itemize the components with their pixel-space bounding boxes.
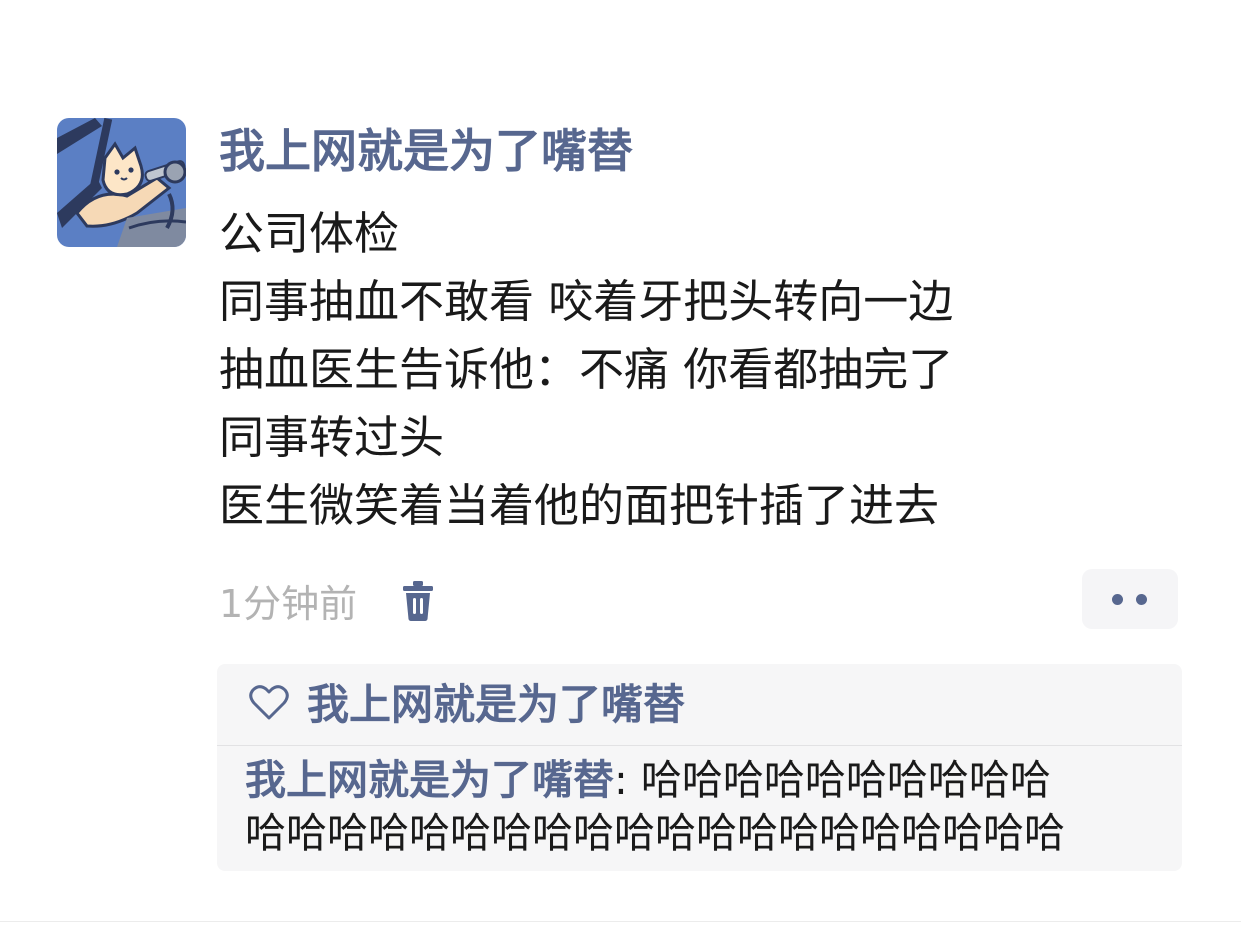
comment-line: 哈哈哈哈哈哈哈哈哈哈哈哈哈哈哈哈哈哈哈哈 xyxy=(245,807,1170,860)
more-options-button[interactable] xyxy=(1082,569,1178,629)
heart-icon xyxy=(248,684,290,722)
post-content-line: 公司体检 xyxy=(219,207,400,260)
liked-by-name[interactable]: 我上网就是为了嘴替 xyxy=(307,678,685,732)
post-content-line: 医生微笑着当着他的面把针插了进去 xyxy=(219,479,940,532)
moments-post: 我上网就是为了嘴替 公司体检 同事抽血不敢看 咬着牙把头转向一边 抽血医生告诉他… xyxy=(0,0,1241,928)
comment-line: 我上网就是为了嘴替: 哈哈哈哈哈哈哈哈哈哈 xyxy=(245,754,1170,807)
dot xyxy=(1112,594,1123,605)
post-author-name[interactable]: 我上网就是为了嘴替 xyxy=(219,122,633,180)
avatar[interactable] xyxy=(57,118,186,247)
comment-separator: : xyxy=(614,756,641,804)
divider xyxy=(0,921,1241,922)
likes-row: 我上网就是为了嘴替 xyxy=(217,664,1182,746)
trash-icon xyxy=(403,581,433,621)
dot xyxy=(1136,594,1147,605)
post-content-line: 抽血医生告诉他：不痛 你看都抽完了 xyxy=(219,343,954,396)
interaction-panel: 我上网就是为了嘴替 我上网就是为了嘴替: 哈哈哈哈哈哈哈哈哈哈 哈哈哈哈哈哈哈哈… xyxy=(217,664,1182,871)
post-timestamp: 1分钟前 xyxy=(219,581,358,626)
comment-text: 哈哈哈哈哈哈哈哈哈哈 xyxy=(640,756,1051,804)
post-content: 公司体检 同事抽血不敢看 咬着牙把头转向一边 抽血医生告诉他：不痛 你看都抽完了… xyxy=(219,200,1199,540)
delete-button[interactable] xyxy=(401,580,435,622)
comment-author[interactable]: 我上网就是为了嘴替 xyxy=(245,756,614,804)
cat-avatar-icon xyxy=(57,118,186,247)
post-content-line: 同事转过头 xyxy=(219,411,445,464)
post-meta: 1分钟前 xyxy=(219,574,433,626)
comment[interactable]: 我上网就是为了嘴替: 哈哈哈哈哈哈哈哈哈哈 哈哈哈哈哈哈哈哈哈哈哈哈哈哈哈哈哈哈… xyxy=(245,754,1170,860)
comment-text: 哈哈哈哈哈哈哈哈哈哈哈哈哈哈哈哈哈哈哈哈 xyxy=(245,809,1065,857)
post-content-line: 同事抽血不敢看 咬着牙把头转向一边 xyxy=(219,275,954,328)
